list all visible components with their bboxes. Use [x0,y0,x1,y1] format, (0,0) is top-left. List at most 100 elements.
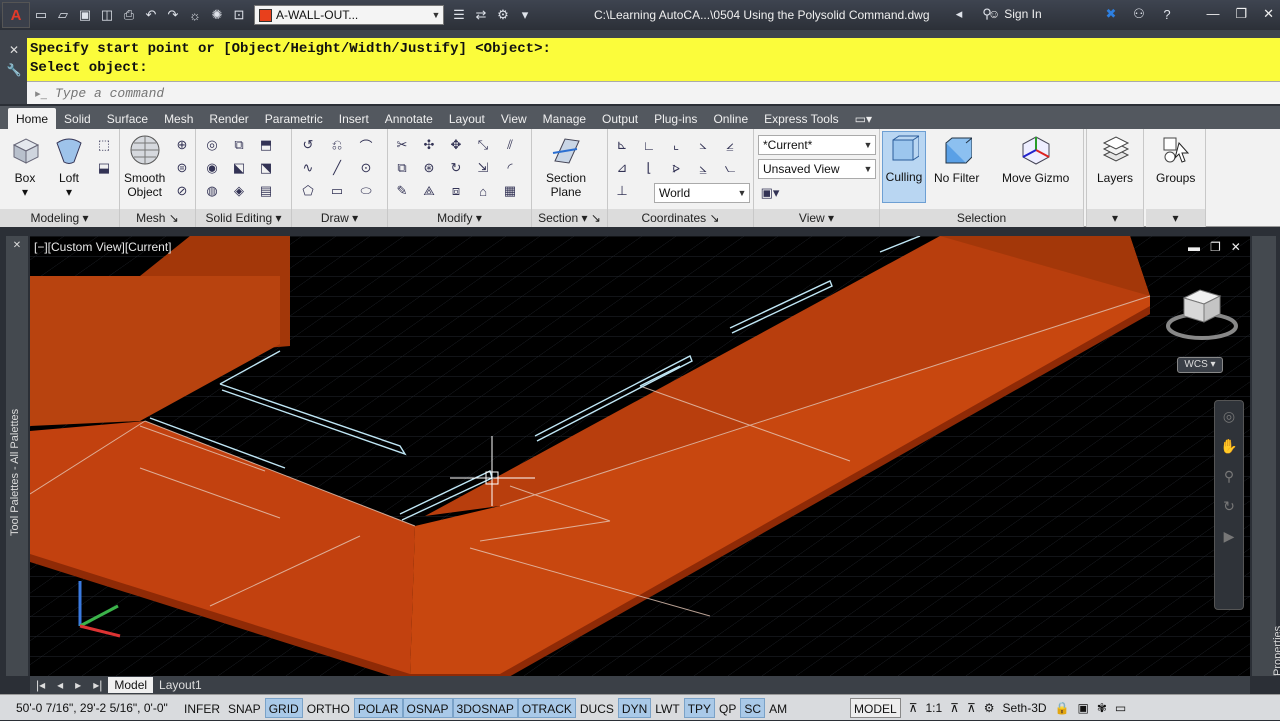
extrude-icon[interactable]: ⬚ [94,135,114,155]
intersect-icon[interactable]: ◍ [202,181,222,201]
status-toggle-ducs[interactable]: DUCS [576,698,618,718]
layers-button[interactable]: Layers [1097,133,1133,185]
save-as-icon[interactable]: ◫ [98,6,116,24]
rotate-icon[interactable]: ↻ [446,158,466,178]
hardware-acceleration-icon[interactable]: ▣ [1078,701,1089,715]
tab-model[interactable]: Model [108,677,154,693]
copy-icon[interactable]: ⧉ [392,158,412,178]
status-toggle-snap[interactable]: SNAP [224,698,265,718]
pan-icon[interactable]: ✋ [1215,431,1243,461]
ucs-world-icon[interactable]: ∟ [639,135,659,155]
tab-annotate[interactable]: Annotate [377,108,441,130]
ucs-object-icon[interactable]: ⦥ [693,158,713,178]
ucs-y-icon[interactable]: ⦤ [720,135,740,155]
new-icon[interactable]: ▭ [32,6,50,24]
drawing-viewport[interactable] [30,236,1250,676]
clean-screen-icon[interactable]: ▭ [1115,701,1126,715]
circle-icon[interactable]: ⊙ [356,158,376,178]
move-icon[interactable]: ✥ [446,135,466,155]
panel-title-section[interactable]: Section ▾ ↘ [532,209,607,227]
close-icon[interactable]: ✕ [1231,240,1241,254]
tab-manage[interactable]: Manage [535,108,594,130]
slice-icon[interactable]: ⬔ [256,158,276,178]
ucs-view-icon[interactable]: ⊿ [612,158,632,178]
ellipse-icon[interactable]: ⬭ [356,181,376,201]
isolate-objects-icon[interactable]: ✾ [1097,701,1107,715]
plot-icon[interactable]: ⎙ [120,6,138,24]
stretch-icon[interactable]: ⇲ [473,158,493,178]
auto-scale-icon[interactable]: ⊼ [967,701,976,715]
spline-icon[interactable]: ∿ [298,158,318,178]
match-properties-icon[interactable]: ⇄ [472,6,490,24]
tab-view[interactable]: View [493,108,535,130]
mtext-icon[interactable]: ⎌ [327,135,347,155]
scale-icon[interactable]: ⤡ [473,135,493,155]
named-view-dropdown[interactable]: Unsaved View ▼ [758,159,876,179]
tab-render[interactable]: Render [201,108,256,130]
tab-express-tools[interactable]: Express Tools [756,108,846,130]
subtract-icon[interactable]: ◉ [202,158,222,178]
annotation-scale[interactable]: 1:1 [925,701,942,715]
ucs-x-icon[interactable]: ⦣ [693,135,713,155]
viewcube[interactable] [1164,282,1240,342]
layout-nav-prev-icon[interactable]: ◂ [51,677,69,693]
panel-title-coordinates[interactable]: Coordinates ↘ [608,209,753,227]
union-icon[interactable]: ◎ [202,135,222,155]
info-back-icon[interactable]: ◂ [950,5,968,23]
sun-icon[interactable]: ✺ [208,6,226,24]
workspace-icon[interactable]: ⚙ [494,6,512,24]
presspull-icon[interactable]: ⬓ [94,158,114,178]
section-plane-button[interactable]: Section Plane [546,133,586,199]
status-toggle-grid[interactable]: GRID [264,697,303,718]
tab-parametric[interactable]: Parametric [257,108,331,130]
annotation-scale-icon[interactable]: ⊼ [909,701,918,715]
erase-icon[interactable]: ✎ [392,181,412,201]
smooth-object-button[interactable]: Smooth Object [124,133,165,199]
ucs-z-icon[interactable]: ⦦ [720,158,740,178]
line-icon[interactable]: ╱ [327,158,347,178]
status-toggle-sc[interactable]: SC [740,697,766,718]
tool-palettes-bar[interactable]: ✕ Tool Palettes - All Palettes [6,236,28,676]
lock-icon[interactable]: 🔒 [1055,701,1070,715]
help-icon[interactable]: ? [1158,5,1176,23]
viewport-controls-label[interactable]: [−][Custom View][Current] [34,240,172,254]
layout-nav-last-icon[interactable]: ▸| [87,677,108,693]
ucs-origin-icon[interactable]: ⌞ [666,135,686,155]
add-crease-icon[interactable]: ⊕ [172,135,192,155]
status-toggle-3dosnap[interactable]: 3DOSNAP [452,697,518,718]
steering-wheel-icon[interactable]: ◎ [1215,401,1243,431]
polyline-icon[interactable]: ↺ [298,135,318,155]
exchange-icon[interactable]: ✖ [1102,5,1120,23]
lock-icon[interactable]: ⊡ [230,6,248,24]
status-toggle-lwt[interactable]: LWT [651,698,683,718]
status-toggle-tpy[interactable]: TPY [683,697,716,718]
mesh-sphere-icon[interactable]: ⊘ [172,181,192,201]
minimize-icon[interactable]: — [1206,6,1219,22]
groups-button[interactable]: Groups [1156,133,1195,185]
ucs-previous-icon[interactable]: ⌊ [639,158,659,178]
ucs-dropdown[interactable]: World ▼ [654,183,750,203]
viewport-config-icon[interactable]: ▣▾ [760,183,780,203]
lightbulb-icon[interactable]: ☼ [186,6,204,24]
status-toggle-osnap[interactable]: OSNAP [402,697,453,718]
open-icon[interactable]: ▱ [54,6,72,24]
tab-online[interactable]: Online [705,108,756,130]
layout-nav-next-icon[interactable]: ▸ [69,677,87,693]
visual-style-dropdown[interactable]: *Current* ▼ [758,135,876,155]
ucs-icon[interactable]: ⊾ [612,135,632,155]
layer-dropdown[interactable]: A-WALL-OUT... ▼ [254,5,444,25]
panel-title-view[interactable]: View ▾ [754,209,879,227]
layers-expand-icon[interactable]: ▾ [1087,209,1143,227]
rect-array-icon[interactable]: ▦ [500,181,520,201]
tab-layout1[interactable]: Layout1 [153,677,208,693]
minimize-icon[interactable]: ▬ [1188,240,1200,254]
workspace-switch-icon[interactable]: ⚙ [984,701,995,715]
zoom-icon[interactable]: ⚲ [1215,461,1243,491]
command-prompt-icon[interactable]: ▸_ [27,87,55,100]
box-button[interactable]: Box ▾ [8,133,42,199]
status-toggle-infer[interactable]: INFER [180,698,224,718]
application-menu-button[interactable]: A [2,2,30,28]
showmotion-icon[interactable]: ▶ [1215,521,1243,551]
close-icon[interactable]: ✕ [1263,6,1274,22]
imprint-icon[interactable]: ⬕ [229,158,249,178]
